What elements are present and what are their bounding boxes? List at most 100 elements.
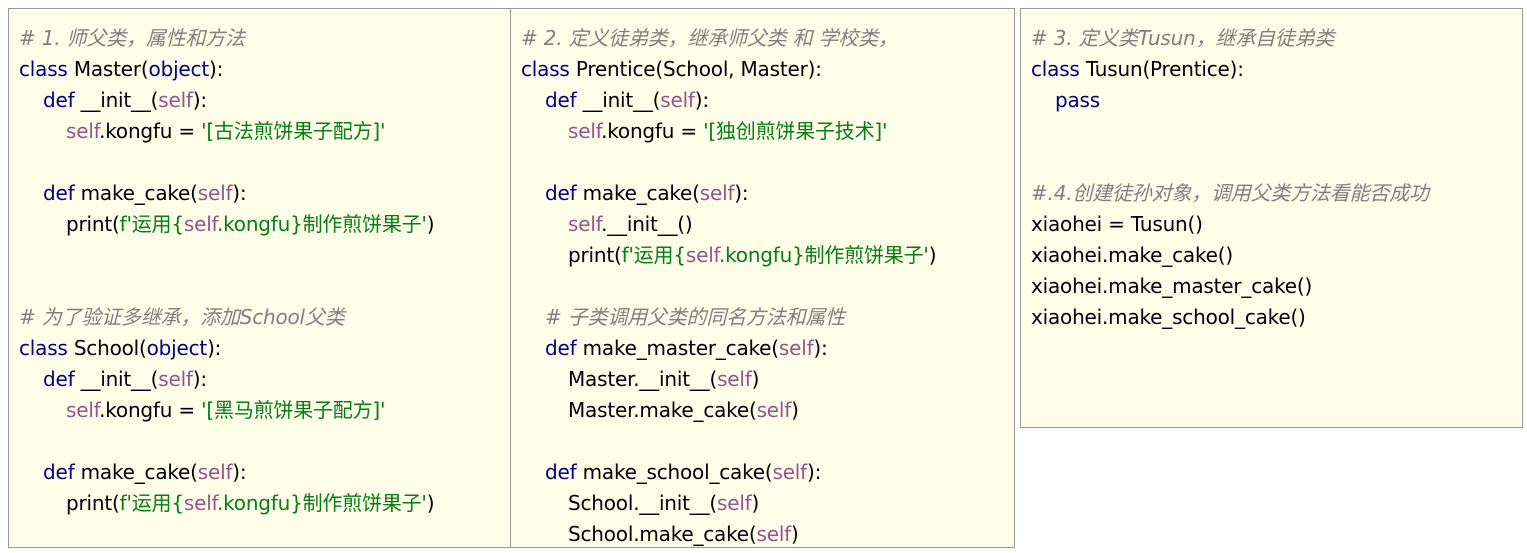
- self-param: self: [158, 88, 193, 112]
- code-line-class-school: class School(object):: [9, 333, 510, 364]
- code-line-class-master: class Master(object):: [9, 54, 510, 85]
- attr: .kongfu =: [99, 119, 202, 143]
- call: School.__init__(: [568, 491, 717, 515]
- fstring-end: .kongfu}制作煎饼果子': [718, 243, 929, 267]
- fstring-start: f'运用{: [119, 212, 184, 236]
- self-param: self: [158, 367, 193, 391]
- comment-prentice-class: # 2. 定义徒弟类，继承师父类 和 学校类，: [521, 26, 898, 50]
- code-line-def-init: def __init__(self):: [9, 85, 510, 116]
- keyword: def: [545, 181, 577, 205]
- fstring-end: .kongfu}制作煎饼果子': [216, 212, 427, 236]
- comment-tusun-class: # 3. 定义类Tusun，继承自徒弟类: [1031, 26, 1335, 50]
- punct: ):: [192, 367, 207, 391]
- keyword: def: [43, 460, 75, 484]
- comment-create-object: #.4.创建徒孙对象，调用父类方法看能否成功: [1031, 181, 1429, 205]
- punct: ): [426, 491, 435, 515]
- print-call: print(: [66, 491, 120, 515]
- self-arg: self: [717, 491, 752, 515]
- code-line-assign-kongfu: self.kongfu = '[古法煎饼果子配方]': [9, 116, 510, 147]
- self-ref: self: [568, 212, 602, 236]
- self-param: self: [699, 181, 735, 205]
- self-ref: self: [568, 119, 602, 143]
- fstring-start: f'运用{: [621, 243, 686, 267]
- method-name: make_cake(: [74, 181, 198, 205]
- code-line-assign-kongfu: self.kongfu = '[独创煎饼果子技术]': [511, 116, 1014, 147]
- method-name: make_school_cake(: [576, 460, 773, 484]
- string-literal: '[黑马煎饼果子配方]': [201, 398, 386, 422]
- punct: ): [791, 522, 799, 546]
- punct: ):: [734, 181, 749, 205]
- keyword: class: [19, 57, 68, 81]
- code-line-def-init: def __init__(self):: [511, 85, 1014, 116]
- call: Master.__init__(: [568, 367, 718, 391]
- class-name: Master(: [67, 57, 149, 81]
- punct: ):: [192, 88, 207, 112]
- print-call: print(: [568, 243, 622, 267]
- call: School.make_cake(: [568, 522, 757, 546]
- comment-school-class: # 为了验证多继承，添加School父类: [19, 305, 345, 329]
- punct: ): [426, 212, 435, 236]
- code-line-def-init: def __init__(self):: [9, 364, 510, 395]
- punct: ): [751, 367, 760, 391]
- code-line-def-make-cake: def make_cake(self):: [9, 178, 510, 209]
- fstring-end: .kongfu}制作煎饼果子': [216, 491, 427, 515]
- method-name: __init__(: [74, 88, 159, 112]
- code-line-call-make-master-cake: xiaohei.make_master_cake(): [1031, 274, 1313, 298]
- punct: ):: [232, 181, 247, 205]
- keyword: def: [545, 88, 577, 112]
- self-ref: self: [66, 398, 100, 422]
- comment-call-parent: # 子类调用父类的同名方法和属性: [545, 305, 845, 329]
- code-line-def-make-school-cake: def make_school_cake(self):: [511, 457, 1014, 488]
- code-panel-tusun: # 3. 定义类Tusun，继承自徒弟类 class Tusun(Prentic…: [1020, 8, 1523, 428]
- string-literal: '[古法煎饼果子配方]': [201, 119, 386, 143]
- self-param: self: [197, 181, 233, 205]
- punct: ):: [208, 57, 224, 81]
- self-ref: self: [183, 491, 217, 515]
- attr: .kongfu =: [601, 119, 704, 143]
- punct: ): [791, 398, 799, 422]
- code-line-pass: pass: [1055, 88, 1100, 112]
- fstring-start: f'运用{: [119, 491, 184, 515]
- string-literal: '[独创煎饼果子技术]': [703, 119, 888, 143]
- attr: .kongfu =: [99, 398, 202, 422]
- code-line-self-init: self.__init__(): [511, 209, 1014, 240]
- punct: ):: [694, 88, 709, 112]
- punct: ):: [232, 460, 247, 484]
- code-line-assign-kongfu: self.kongfu = '[黑马煎饼果子配方]': [9, 395, 510, 426]
- self-param: self: [660, 88, 695, 112]
- self-arg: self: [756, 398, 792, 422]
- keyword: class: [521, 57, 570, 81]
- keyword: class: [1031, 57, 1080, 81]
- comment-master-class: # 1. 师父类，属性和方法: [19, 26, 245, 50]
- method-name: make_cake(: [74, 460, 198, 484]
- init-call: .__init__(): [601, 212, 693, 236]
- punct: ): [928, 243, 937, 267]
- punct: ):: [807, 460, 822, 484]
- keyword: def: [43, 88, 75, 112]
- method-name: make_cake(: [576, 181, 700, 205]
- code-line-print: print(f'运用{self.kongfu}制作煎饼果子'): [511, 240, 1014, 271]
- method-name: make_master_cake(: [576, 336, 779, 360]
- code-line-school-make-cake: School.make_cake(self): [511, 519, 1014, 550]
- punct: ):: [207, 336, 222, 360]
- keyword: def: [43, 181, 75, 205]
- code-line-class-tusun: class Tusun(Prentice):: [1021, 54, 1522, 85]
- self-ref: self: [66, 119, 100, 143]
- print-call: print(: [66, 212, 120, 236]
- call: Master.make_cake(: [568, 398, 757, 422]
- class-name: Tusun(Prentice):: [1079, 57, 1244, 81]
- keyword: def: [545, 460, 577, 484]
- code-line-school-init: School.__init__(self): [511, 488, 1014, 519]
- code-line-master-init: Master.__init__(self): [511, 364, 1014, 395]
- class-name: Prentice(School, Master):: [569, 57, 822, 81]
- self-arg: self: [717, 367, 752, 391]
- base-class: object: [146, 336, 208, 360]
- self-param: self: [778, 336, 814, 360]
- method-name: __init__(: [576, 88, 661, 112]
